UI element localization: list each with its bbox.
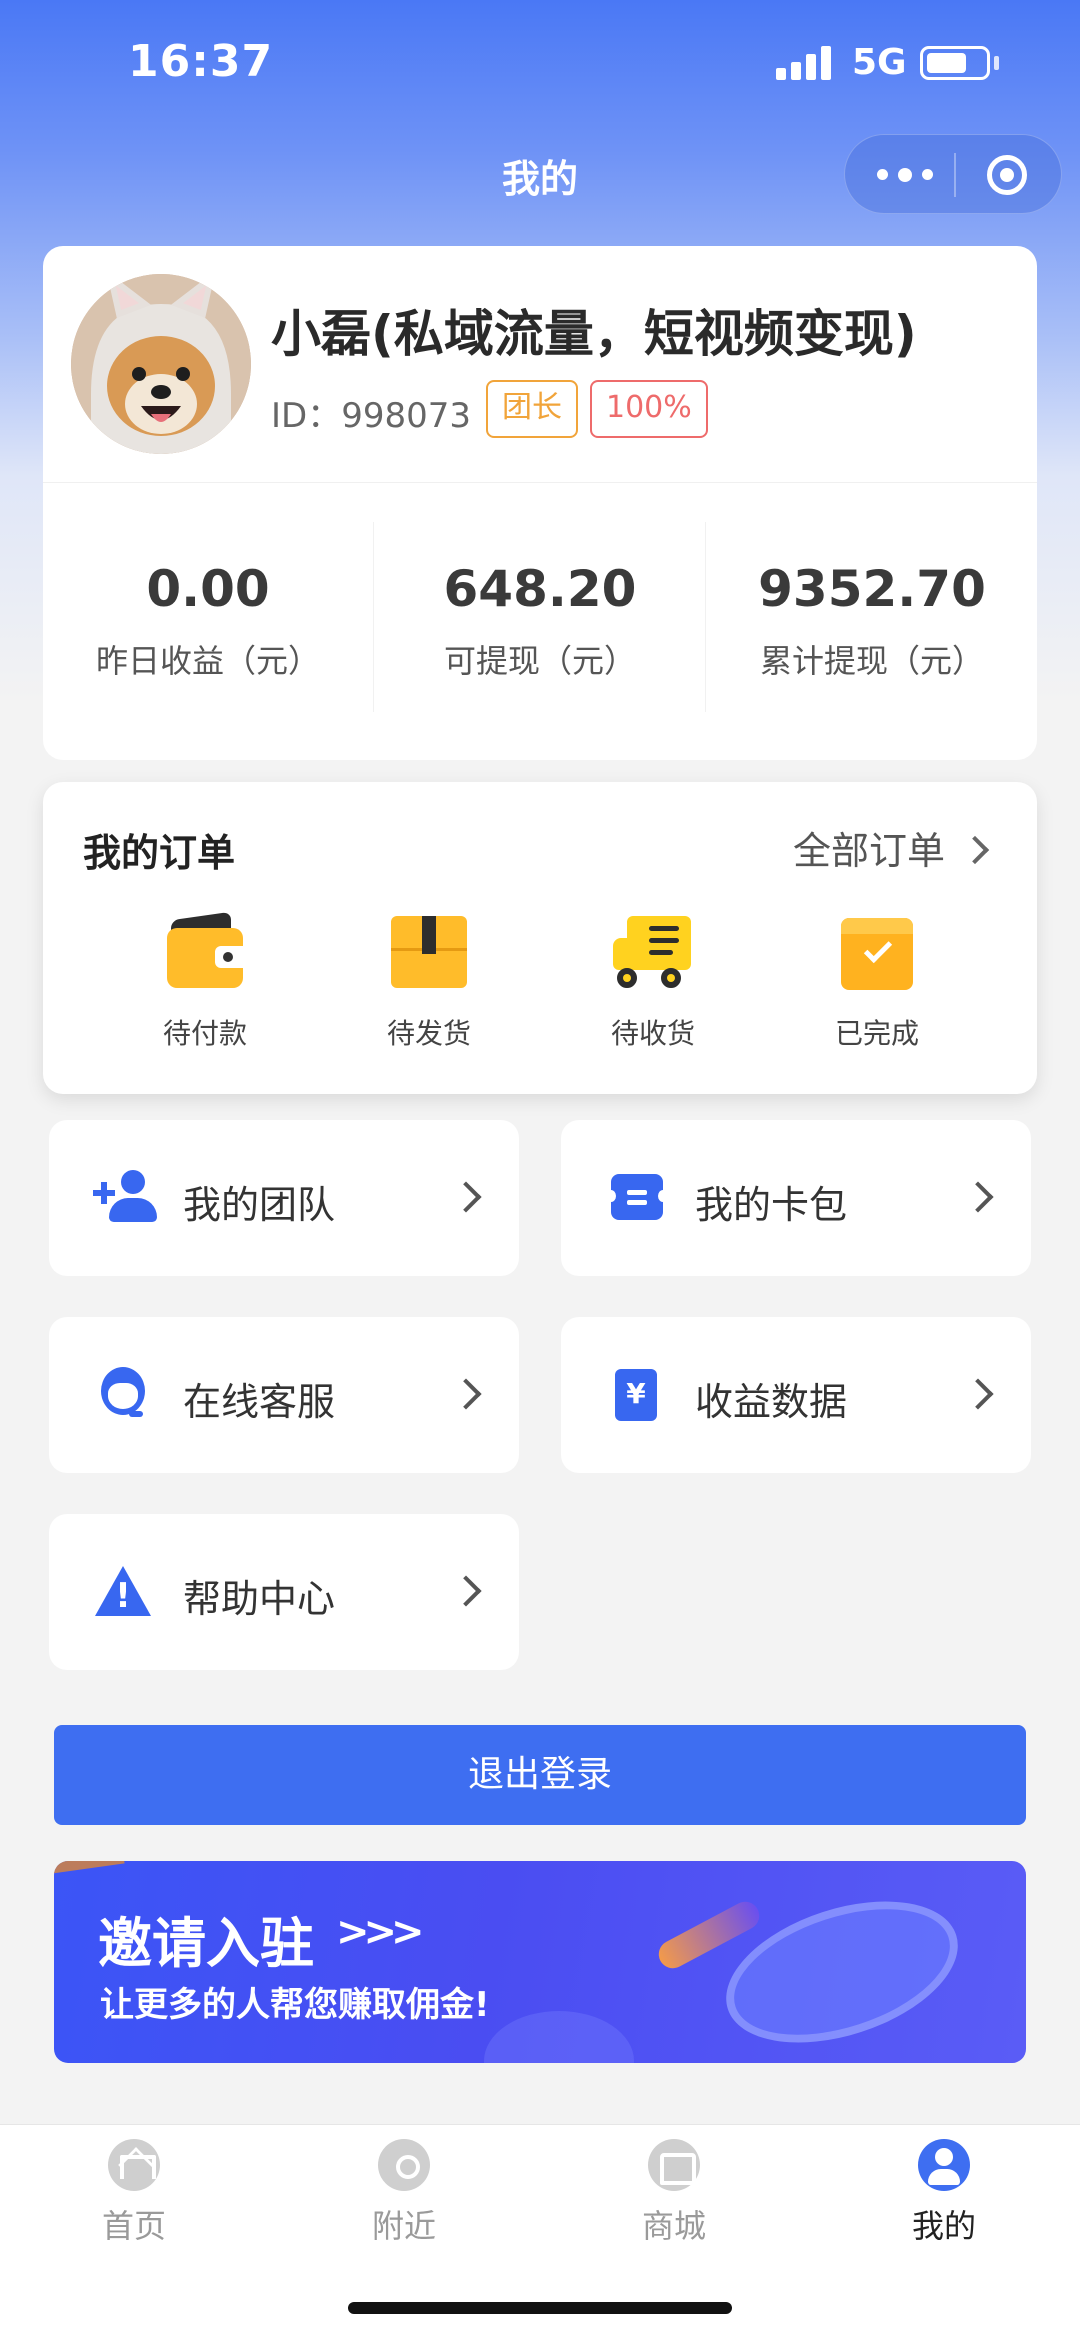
earnings-icon: ¥ — [605, 1367, 665, 1423]
order-label: 待付款 — [162, 1017, 247, 1050]
tab-mine[interactable]: 我的 — [844, 2139, 1044, 2247]
menu-label: 在线客服 — [183, 1380, 336, 1424]
stat-label: 昨日收益（元） — [95, 642, 320, 680]
menu-label: 收益数据 — [695, 1380, 848, 1424]
package-icon — [389, 912, 469, 992]
banner-title: 邀请入驻 — [98, 1912, 314, 1975]
order-completed[interactable]: 已完成 — [797, 912, 957, 1052]
user-nickname: 小磊(私域流量，短视频变现) — [271, 305, 917, 363]
all-orders-label: 全部订单 — [792, 829, 945, 873]
warning-icon: ! — [93, 1564, 153, 1620]
order-label: 待发货 — [386, 1017, 471, 1050]
shop-icon — [648, 2139, 700, 2191]
orders-title: 我的订单 — [83, 831, 236, 875]
battery-icon — [920, 46, 990, 80]
tab-home[interactable]: 首页 — [34, 2139, 234, 2247]
stat-label: 可提现（元） — [443, 642, 636, 680]
order-label: 待收货 — [610, 1017, 695, 1050]
banner-decoration — [54, 1861, 125, 1875]
stat-divider — [373, 522, 374, 712]
logout-button[interactable]: 退出登录 — [54, 1725, 1026, 1825]
banner-decoration — [484, 2011, 634, 2063]
user-id: ID：998073 — [271, 396, 471, 436]
role-badge: 团长 — [486, 380, 578, 438]
tab-label: 附近 — [371, 2207, 436, 2245]
menu-online-service[interactable]: 在线客服 — [49, 1317, 519, 1473]
order-pending-shipment[interactable]: 待发货 — [349, 912, 509, 1052]
card-icon — [605, 1170, 668, 1226]
tab-nearby[interactable]: 附近 — [304, 2139, 504, 2247]
menu-earnings-data[interactable]: ¥ 收益数据 — [561, 1317, 1031, 1473]
more-dots-icon[interactable] — [877, 168, 933, 182]
stat-value: 0.00 — [146, 560, 270, 618]
menu-my-cards[interactable]: 我的卡包 — [561, 1120, 1031, 1276]
chevron-right-icon — [450, 1575, 482, 1607]
ratio-badge: 100% — [590, 380, 708, 438]
target-circle-icon[interactable] — [987, 155, 1027, 195]
chevron-right-icon — [962, 1181, 994, 1213]
chevron-right-icon — [962, 1378, 994, 1410]
profile-divider — [43, 482, 1037, 483]
stat-label: 累计提现（元） — [759, 642, 984, 680]
customer-service-icon — [93, 1367, 153, 1423]
chevron-right-icon — [450, 1378, 482, 1410]
battery-tip — [994, 56, 999, 70]
banner-arrows: >>> — [336, 1909, 425, 1955]
mini-program-capsule — [844, 134, 1062, 214]
stat-value: 648.20 — [443, 560, 637, 618]
status-time: 16:37 — [128, 36, 274, 87]
network-type: 5G — [852, 42, 907, 83]
tab-label: 商城 — [641, 2207, 706, 2245]
all-orders-link[interactable]: 全部订单 — [792, 820, 990, 875]
add-user-icon — [93, 1170, 157, 1226]
order-label: 已完成 — [834, 1017, 919, 1050]
invite-banner[interactable]: 邀请入驻 >>> 让更多的人帮您赚取佣金! — [54, 1861, 1026, 2063]
wallet-icon — [165, 911, 245, 992]
battery-level — [927, 53, 966, 73]
capsule-divider — [954, 153, 956, 197]
menu-label: 帮助中心 — [183, 1577, 336, 1621]
banner-subtitle: 让更多的人帮您赚取佣金! — [100, 1985, 490, 2025]
orders-card: 我的订单 全部订单 待付款 待发货 待收货 已完成 — [43, 782, 1037, 1094]
tab-label: 首页 — [101, 2207, 166, 2245]
menu-help-center[interactable]: ! 帮助中心 — [49, 1514, 519, 1670]
signal-icon — [776, 44, 836, 80]
home-indicator[interactable] — [348, 2302, 732, 2314]
tab-label: 我的 — [911, 2207, 976, 2245]
profile-card: 小磊(私域流量，短视频变现) ID：998073 团长 100% 0.00 昨日… — [43, 246, 1037, 760]
order-pending-receipt[interactable]: 待收货 — [573, 912, 733, 1052]
stat-divider — [705, 522, 706, 712]
avatar[interactable] — [71, 274, 251, 454]
menu-label: 我的团队 — [183, 1183, 336, 1227]
home-icon — [108, 2139, 160, 2191]
avatar-dog-image — [71, 274, 251, 454]
order-pending-payment[interactable]: 待付款 — [125, 911, 285, 1052]
status-bar: 16:37 5G — [0, 0, 1080, 130]
chevron-right-icon — [450, 1181, 482, 1213]
app-root: 16:37 5G 我的 小磊(私域流量，短视频变现) ID：998073 团长 … — [0, 0, 1080, 2337]
profile-icon — [918, 2139, 970, 2191]
menu-my-team[interactable]: 我的团队 — [49, 1120, 519, 1276]
truck-icon — [613, 912, 693, 992]
stat-yesterday-earnings[interactable]: 0.00 昨日收益（元） — [43, 560, 373, 682]
stat-value: 9352.70 — [758, 560, 986, 618]
menu-label: 我的卡包 — [695, 1183, 848, 1227]
chevron-right-icon — [960, 835, 990, 864]
stat-withdrawable[interactable]: 648.20 可提现（元） — [375, 560, 705, 682]
stat-total-withdrawn[interactable]: 9352.70 累计提现（元） — [707, 560, 1037, 682]
check-box-icon — [837, 912, 917, 992]
tab-shop[interactable]: 商城 — [574, 2139, 774, 2247]
location-pin-icon — [378, 2139, 430, 2191]
